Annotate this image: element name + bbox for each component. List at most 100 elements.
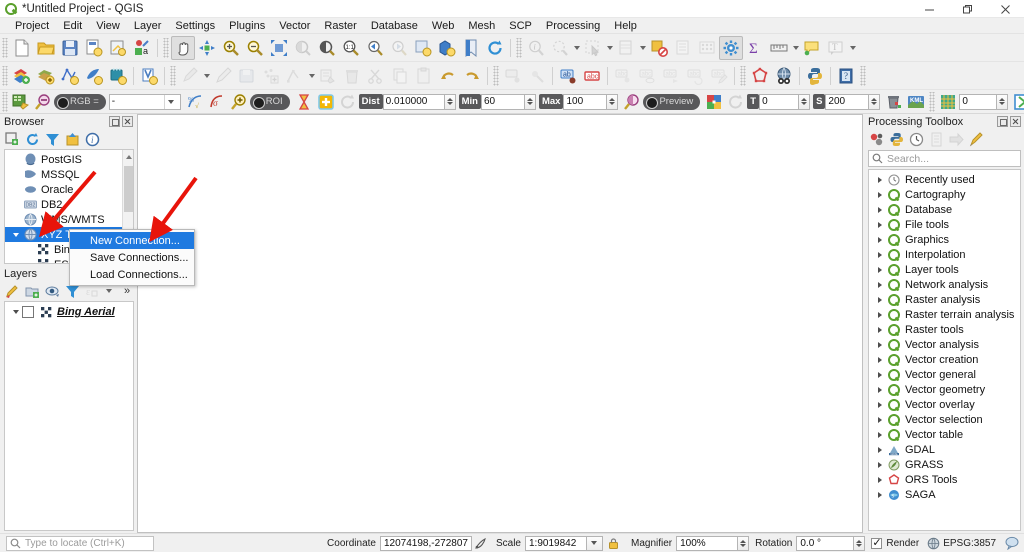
pan-to-selection-icon[interactable]: [195, 36, 219, 60]
messages-icon[interactable]: [1000, 536, 1024, 550]
change-label-icon[interactable]: abc: [707, 64, 731, 88]
scrollbar-thumb[interactable]: [124, 166, 133, 212]
vertex-tool-icon[interactable]: [283, 64, 307, 88]
browser-item-postgis[interactable]: PostGIS: [5, 152, 133, 167]
vertex-tool-caret-icon[interactable]: [307, 64, 316, 88]
digitizing-toolbar-grip[interactable]: [170, 65, 176, 86]
chevron-down-icon[interactable]: [163, 94, 178, 109]
open-project-icon[interactable]: [34, 36, 58, 60]
processing-group-gdal[interactable]: GDAL GDAL: [869, 442, 1020, 457]
refresh-icon[interactable]: [483, 36, 507, 60]
expand-twisty-icon[interactable]: [873, 401, 886, 408]
shape-toolbar-grip[interactable]: [740, 65, 746, 86]
layer-labeling-options-icon[interactable]: ab: [556, 64, 580, 88]
processing-group-raster-tools[interactable]: Raster tools: [869, 322, 1020, 337]
layer-row-bing-aerial[interactable]: Bing Aerial: [5, 304, 133, 320]
sum-sigma-icon[interactable]: Σ: [743, 36, 767, 60]
map-canvas[interactable]: [137, 114, 863, 533]
menu-plugins[interactable]: Plugins: [222, 18, 272, 34]
label-toolbar-icon[interactable]: [501, 64, 525, 88]
select-features-icon[interactable]: [581, 36, 605, 60]
browser-float-button[interactable]: [109, 116, 120, 127]
processing-search-box[interactable]: Search...: [868, 150, 1021, 167]
expand-twisty-icon[interactable]: [873, 311, 886, 318]
browser-close-button[interactable]: [122, 116, 133, 127]
add-delimited-text-layer-icon[interactable]: [82, 64, 106, 88]
manage-map-themes-icon[interactable]: [44, 283, 61, 300]
scp-reset-icon[interactable]: [337, 91, 359, 113]
expand-twisty-icon[interactable]: [873, 326, 886, 333]
menu-layer[interactable]: Layer: [127, 18, 169, 34]
collapse-all-icon[interactable]: [64, 131, 81, 148]
history-icon[interactable]: [908, 131, 925, 148]
processing-float-button[interactable]: [997, 116, 1008, 127]
crs-label[interactable]: EPSG:3857: [943, 538, 996, 549]
expand-twisty-icon[interactable]: [873, 386, 886, 393]
processing-group-cartography[interactable]: Cartography: [869, 187, 1020, 202]
scp-zoom-out-icon[interactable]: [32, 91, 54, 113]
expand-twisty-icon[interactable]: [873, 341, 886, 348]
add-group-icon[interactable]: [24, 283, 41, 300]
zoom-last-icon[interactable]: [363, 36, 387, 60]
processing-group-vector-analysis[interactable]: Vector analysis: [869, 337, 1020, 352]
expand-twisty-icon[interactable]: [873, 431, 886, 438]
pin-labels-icon[interactable]: abc: [611, 64, 635, 88]
menu-edit[interactable]: Edit: [56, 18, 89, 34]
cut-features-icon[interactable]: [364, 64, 388, 88]
toggle-extents-icon[interactable]: [472, 537, 490, 550]
restore-button[interactable]: [948, 0, 986, 18]
expand-twisty-icon[interactable]: [873, 356, 886, 363]
expand-twisty-icon[interactable]: [873, 446, 886, 453]
rotation-spinner[interactable]: [854, 535, 866, 551]
add-vector-layer-icon[interactable]: [10, 64, 34, 88]
processing-group-vector-overlay[interactable]: Vector overlay: [869, 397, 1020, 412]
highlight-pinned-labels-icon[interactable]: abc: [580, 64, 604, 88]
browser-item-wms-wmts[interactable]: WMS/WMTS: [5, 212, 133, 227]
expand-twisty-icon[interactable]: [873, 221, 886, 228]
scroll-up-icon[interactable]: [123, 150, 133, 163]
layers-overflow-button[interactable]: »: [124, 285, 130, 297]
open-model-icon[interactable]: [868, 131, 885, 148]
scp-preview-zoom-icon[interactable]: [621, 91, 643, 113]
grid-spinner[interactable]: [997, 93, 1009, 110]
new-print-layout-icon[interactable]: [82, 36, 106, 60]
undo-icon[interactable]: [436, 64, 460, 88]
scp-dock-icon[interactable]: [10, 91, 32, 113]
scp-kml-icon[interactable]: KML: [905, 91, 927, 113]
options-icon[interactable]: [968, 131, 985, 148]
expand-twisty-icon[interactable]: [873, 236, 886, 243]
measure-menu-caret-icon[interactable]: [791, 36, 800, 60]
new-map-view-icon[interactable]: [411, 36, 435, 60]
processing-group-vector-creation[interactable]: Vector creation: [869, 352, 1020, 367]
processing-group-raster-terrain-analysis[interactable]: Raster terrain analysis: [869, 307, 1020, 322]
identify-features-icon[interactable]: i: [524, 36, 548, 60]
expand-twisty-icon[interactable]: [873, 371, 886, 378]
refresh-icon[interactable]: [24, 131, 41, 148]
menu-project[interactable]: Project: [8, 18, 56, 34]
open-attribute-table-icon[interactable]: [614, 36, 638, 60]
menu-help[interactable]: Help: [607, 18, 644, 34]
scp-add-roi-icon[interactable]: [315, 91, 337, 113]
minimize-button[interactable]: [910, 0, 948, 18]
context-menu-save-connections[interactable]: Save Connections...: [70, 249, 194, 266]
scp-remove-temp-icon[interactable]: [883, 91, 905, 113]
processing-group-grass[interactable]: GRASS: [869, 457, 1020, 472]
layer-visibility-checkbox[interactable]: [22, 306, 34, 318]
processing-group-database[interactable]: Database: [869, 202, 1020, 217]
crs-globe-icon[interactable]: [923, 537, 943, 550]
open-layer-styling-panel-icon[interactable]: [4, 283, 21, 300]
menu-raster[interactable]: Raster: [317, 18, 363, 34]
scp-band-set-icon[interactable]: [937, 91, 959, 113]
measure-dropdown-caret-icon[interactable]: [572, 36, 581, 60]
max-input[interactable]: 100: [563, 93, 608, 110]
current-edits-caret-icon[interactable]: [202, 64, 211, 88]
min-input[interactable]: 60: [480, 93, 525, 110]
statistical-summary-icon[interactable]: [695, 36, 719, 60]
processing-group-network-analysis[interactable]: Network analysis: [869, 277, 1020, 292]
processing-toolbox-icon[interactable]: [719, 35, 743, 60]
scp-classification-icon[interactable]: [703, 91, 725, 113]
zoom-next-icon[interactable]: [387, 36, 411, 60]
rotate-label-icon[interactable]: abc: [683, 64, 707, 88]
expand-twisty-icon[interactable]: [873, 476, 886, 483]
modify-attributes-icon[interactable]: [316, 64, 340, 88]
